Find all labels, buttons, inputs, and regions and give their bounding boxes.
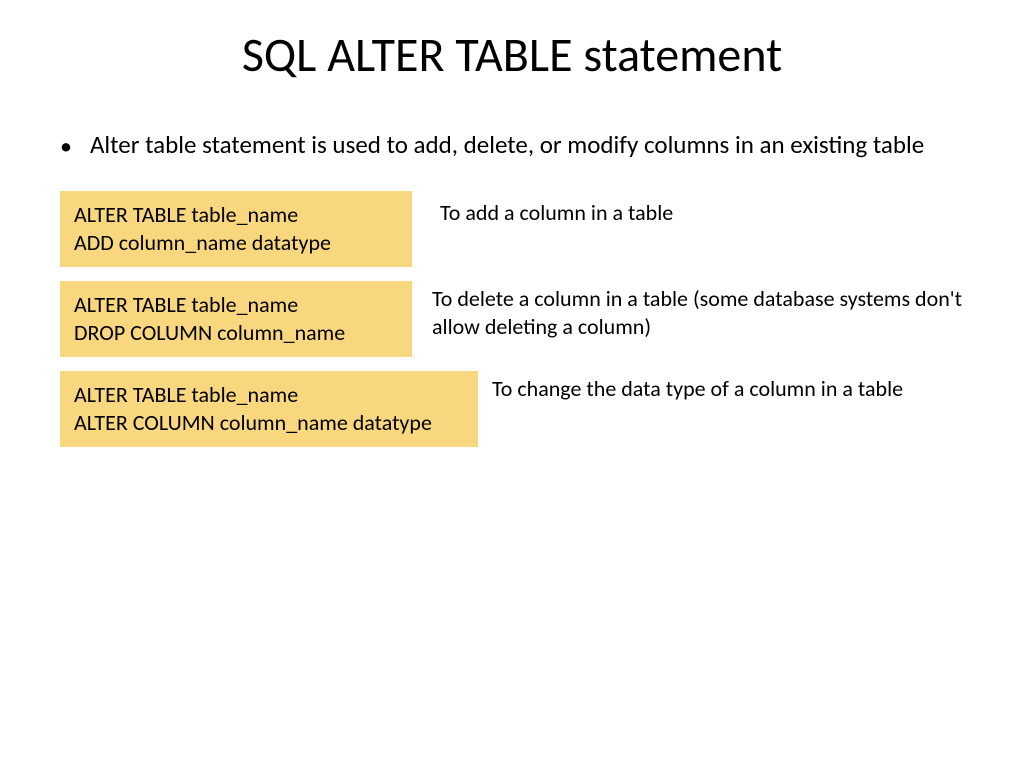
slide-title: SQL ALTER TABLE statement xyxy=(0,25,1024,84)
code-box-add: ALTER TABLE table_name ADD column_name d… xyxy=(60,191,412,267)
code-box-drop: ALTER TABLE table_name DROP COLUMN colum… xyxy=(60,281,412,357)
code-box-alter: ALTER TABLE table_name ALTER COLUMN colu… xyxy=(60,371,478,447)
explanation-alter: To change the data type of a column in a… xyxy=(478,371,903,403)
example-row-2: ALTER TABLE table_name DROP COLUMN colum… xyxy=(0,281,1024,357)
example-row-1: ALTER TABLE table_name ADD column_name d… xyxy=(0,191,1024,267)
explanation-add: To add a column in a table xyxy=(412,191,673,227)
explanation-drop: To delete a column in a table (some data… xyxy=(412,281,964,341)
bullet-item: • Alter table statement is used to add, … xyxy=(0,129,1024,163)
bullet-marker: • xyxy=(60,131,72,163)
example-row-3: ALTER TABLE table_name ALTER COLUMN colu… xyxy=(0,371,1024,447)
bullet-text: Alter table statement is used to add, de… xyxy=(90,129,924,161)
